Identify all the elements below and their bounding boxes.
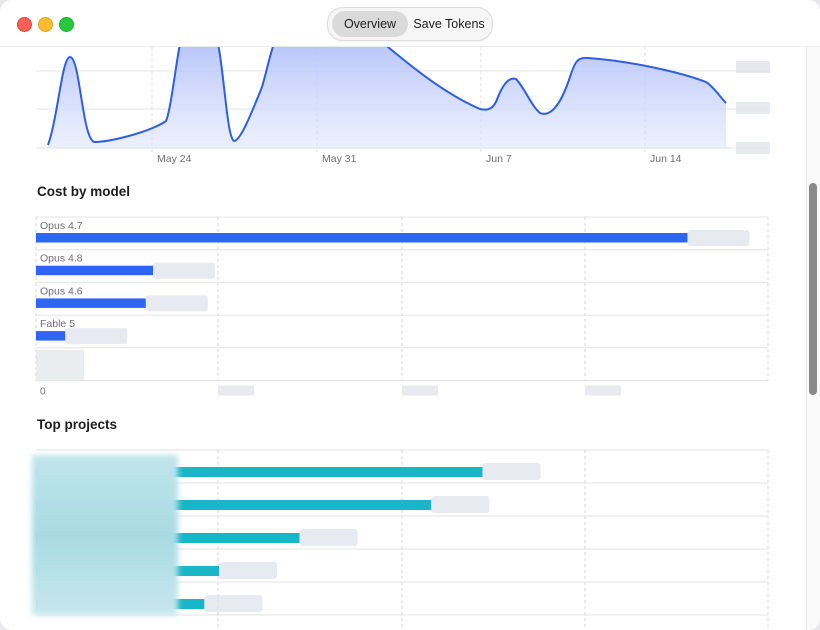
redacted-row (36, 349, 84, 380)
redacted-value-label (145, 295, 208, 312)
redacted-value-label (153, 262, 216, 279)
redacted-value-label (219, 562, 277, 579)
scrollbar-thumb[interactable] (809, 183, 817, 395)
model-label: Opus 4.7 (40, 220, 83, 232)
top-projects-title: Top projects (37, 417, 118, 432)
redacted-value-label (65, 328, 128, 345)
usage-x-tick-label: Jun 7 (486, 153, 512, 165)
close-window-button[interactable] (17, 17, 32, 32)
title-bar: Overview Save Tokens (0, 0, 820, 47)
tab-overview[interactable]: Overview (332, 11, 408, 37)
redacted-project-labels (32, 455, 178, 615)
model-label: Opus 4.6 (40, 285, 83, 297)
cost-by-model-chart: Opus 4.7Opus 4.8Opus 4.6Fable 50 (35, 216, 769, 398)
redacted-value-label (204, 595, 263, 612)
redacted-value-label (482, 463, 541, 480)
redacted-value-label (687, 230, 750, 246)
minimize-window-button[interactable] (38, 17, 53, 32)
usage-x-tick-label: Jun 14 (650, 153, 682, 165)
redacted-tick-label (402, 385, 438, 396)
usage-x-tick-label: May 31 (322, 153, 357, 165)
model-cost-bar[interactable] (36, 265, 154, 276)
redacted-value-label (431, 496, 490, 513)
overview-scroll-area[interactable]: May 24 May 31 Jun 7 Jun 14 Cost by model Op… (0, 47, 806, 630)
cost-x-tick-zero: 0 (40, 387, 46, 398)
redacted-tick-label (218, 385, 254, 396)
cost-by-model-title: Cost by model (37, 184, 131, 199)
app-window: Overview Save Tokens May 24 May 31 Jun 7 Ju… (0, 0, 820, 630)
usage-line-chart: May 24 May 31 Jun 7 Jun 14 (36, 47, 770, 165)
view-segmented-control: Overview Save Tokens (327, 7, 493, 41)
model-cost-bar[interactable] (36, 233, 688, 243)
redacted-tick-label (585, 385, 621, 396)
model-cost-bar[interactable] (36, 331, 66, 341)
vertical-scrollbar[interactable] (806, 47, 820, 630)
usage-x-tick-label: May 24 (157, 153, 192, 165)
tab-save-tokens[interactable]: Save Tokens (410, 11, 488, 37)
zoom-window-button[interactable] (59, 17, 74, 32)
model-label: Opus 4.8 (40, 253, 83, 265)
redacted-value-label (299, 529, 358, 546)
model-cost-bar[interactable] (36, 298, 146, 308)
